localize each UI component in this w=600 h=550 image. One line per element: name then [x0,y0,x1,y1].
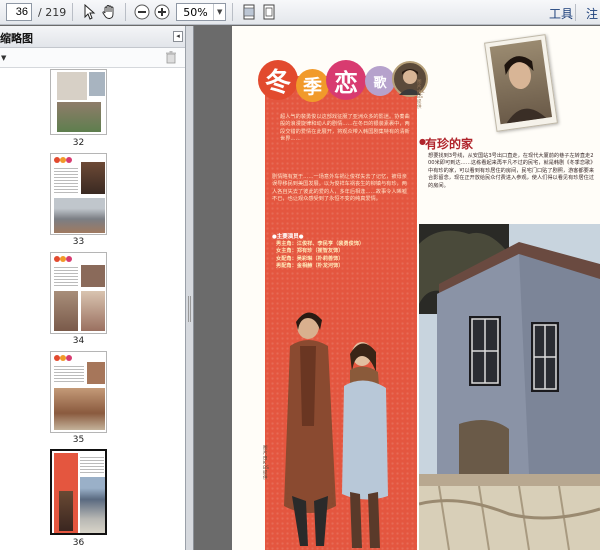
zoom-value: 50% [183,5,208,19]
thumbnail-page-34[interactable] [50,252,107,334]
page-total: / 219 [38,5,67,19]
thumbnail-panel: 缩略图 ◂ ▼ 32 33 34 35 36 [0,26,186,550]
panel-options-bar: ▼ [0,48,185,68]
cast-item: 男配角：金相赫（朴龙河饰） [276,263,344,270]
intro-paragraph-2: 剧情略有复于……一场意外车祸让俊祥失去了记忆，被母亲误导移民到美国发展。以为俊祥… [272,174,407,203]
toolbar-separator [575,4,576,21]
thumbnail-page-33[interactable] [50,153,107,235]
hand-icon [102,5,114,19]
toolbar: / 219 50% ▼ 工具 注 [0,0,600,25]
polaroid-photo [484,34,558,132]
fit-page-icon [263,4,275,20]
cast-list: 男主角：江俊祥、李民亨（裴勇俊饰） 女主角：郑有珍（崔智友饰） 女配角：吴彩琳（… [276,241,396,271]
document-page: 冬 季 恋 歌 图片由KBS提供 图片由KBS提供 超人气的裴勇俊以这部戏征服了… [232,26,600,550]
thumbnail-page-35[interactable] [50,351,107,433]
toolbar-separator [125,3,127,21]
trash-icon[interactable] [166,51,176,64]
thumbnail-page-36[interactable] [50,449,107,535]
thumbnail-list: 32 33 34 35 36 [0,69,186,550]
hand-tool-button[interactable] [99,2,119,22]
collapse-panel-button[interactable]: ◂ [173,31,183,42]
title-char-3: 恋 [326,60,366,100]
page-number-input[interactable] [6,3,32,21]
zoom-in-icon [154,4,170,20]
tools-menu[interactable]: 工具 [549,5,573,22]
intro-paragraph: 超人气的裴勇俊以这部戏征服了亚洲众多的影迷。协奏曲般的浪漫旋律和动人的剧情……在… [280,114,410,143]
section-body: 想要找到3号线，从安国站3号出口直走，在现代大厦前的巷子左转直走200米即可到达… [428,153,596,189]
thumbnail-label: 34 [72,336,85,346]
title-char-1: 冬 [258,60,298,100]
panel-splitter[interactable] [186,26,194,550]
thumbnail-label: 33 [72,237,85,247]
couple-photo [284,312,388,548]
chevron-down-icon[interactable]: ▼ [213,4,225,20]
toolbar-separator [232,3,234,21]
thumbnail-label: 36 [72,538,85,548]
select-tool-button[interactable] [79,2,99,22]
photo-caption: 图片由KBS提供 [263,446,269,481]
zoom-out-icon [134,4,150,20]
fit-page-button[interactable] [259,2,279,22]
zoom-in-button[interactable] [152,2,172,22]
title-char-2: 季 [296,69,329,102]
title-char-4: 歌 [365,66,395,96]
fit-width-icon [243,4,255,20]
panel-header: 缩略图 ◂ [0,26,185,48]
options-dropdown[interactable]: ▼ [1,54,6,62]
fit-width-button[interactable] [239,2,259,22]
cursor-arrow-icon [84,4,96,20]
panel-title: 缩略图 [0,32,33,45]
cast-item: 女主角：郑有珍（崔智友饰） [276,248,344,255]
house-photo [419,224,600,550]
photo-caption: 图片由KBS提供 [417,80,425,110]
zoom-out-button[interactable] [132,2,152,22]
cast-heading: ●主要演员● [272,234,304,240]
notes-menu[interactable]: 注 [586,5,598,22]
thumbnail-label: 32 [72,138,85,148]
zoom-select[interactable]: 50% ▼ [176,3,227,21]
toolbar-separator [72,3,74,21]
thumbnail-label: 35 [72,435,85,445]
splitter-grip[interactable] [188,296,191,322]
thumbnail-page-32[interactable] [50,69,107,135]
section-title: 有珍的家 [425,137,474,151]
